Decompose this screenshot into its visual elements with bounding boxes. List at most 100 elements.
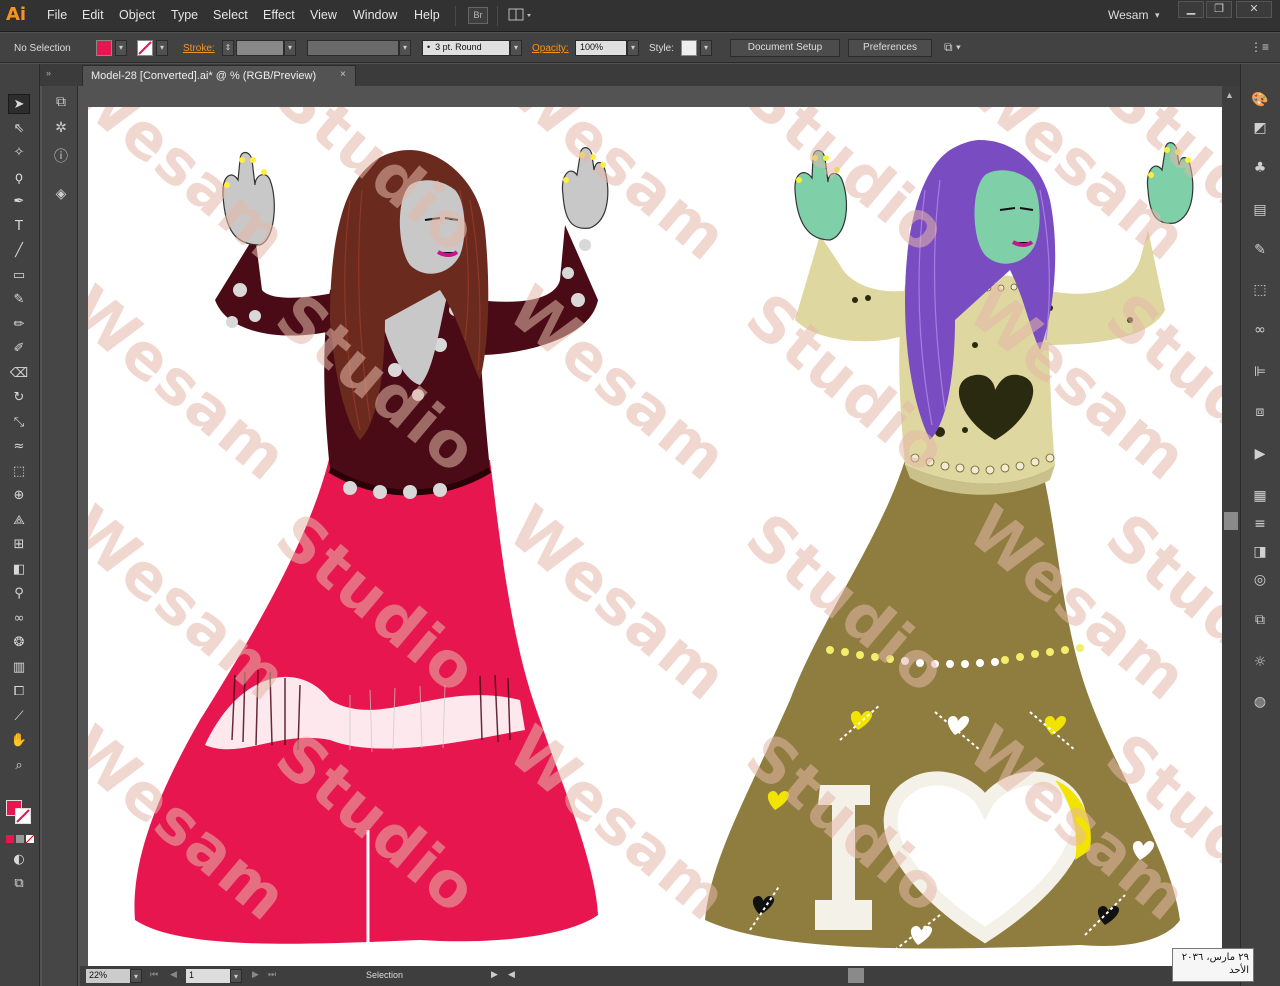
type-tool[interactable]: T [8, 217, 30, 237]
transform-button[interactable]: ⬚ [1250, 282, 1270, 302]
zoom-tool[interactable]: ⌕ [8, 756, 30, 776]
stroke-weight-stepper[interactable]: ⇕ [222, 40, 234, 56]
artboards-button[interactable]: ⧉ [1250, 612, 1270, 632]
pen-tool[interactable]: ✒ [8, 192, 30, 212]
fill-dropdown[interactable]: ▾ [115, 40, 127, 56]
stroke-label[interactable]: Stroke: [183, 43, 215, 54]
menu-window[interactable]: Window [353, 8, 397, 22]
actions-button[interactable]: ▶ [1250, 446, 1270, 466]
blob-brush-tool[interactable]: ✐ [8, 339, 30, 359]
collapse-panels-button[interactable]: » [46, 68, 51, 78]
stroke-weight-field[interactable] [236, 40, 284, 56]
graphic-styles-button[interactable]: ◍ [1250, 694, 1270, 714]
pathfinder-button[interactable]: ⧈ [1250, 404, 1270, 424]
mesh-tool[interactable]: ⊞ [8, 535, 30, 555]
transparency-button[interactable]: ◎ [1250, 572, 1270, 592]
color-panel-button[interactable]: 🎨 [1250, 92, 1270, 112]
arrange-button[interactable]: ⧉ ▾ [944, 40, 974, 56]
zoom-dropdown[interactable]: ▾ [130, 969, 142, 983]
symbols-button[interactable]: ♣ [1250, 160, 1270, 180]
menu-object[interactable]: Object [119, 8, 155, 22]
color-mode-buttons[interactable] [6, 834, 35, 844]
stroke-button[interactable]: ≡ [1250, 516, 1270, 536]
opacity-field[interactable]: 100% [575, 40, 627, 56]
menu-view[interactable]: View [310, 8, 337, 22]
swatches-button[interactable]: ▦ [1250, 488, 1270, 508]
stroke-weight-dropdown[interactable]: ▾ [284, 40, 296, 56]
perspective-tool[interactable]: ⟁ [8, 511, 30, 531]
opacity-label[interactable]: Opacity: [532, 43, 569, 54]
align-button[interactable]: ⊫ [1250, 364, 1270, 384]
arrange-documents-button[interactable] [508, 7, 536, 24]
pencil-tool[interactable]: ✏ [8, 315, 30, 335]
line-tool[interactable]: ╱ [8, 241, 30, 261]
info-panel-button[interactable]: ⓘ [50, 146, 72, 166]
scale-tool[interactable]: ⤡ [8, 413, 30, 433]
stroke-swatch[interactable] [137, 40, 153, 56]
bridge-button[interactable]: Br [468, 7, 488, 24]
artboard-dropdown[interactable]: ▾ [230, 969, 242, 983]
artboard-tool[interactable]: ⧠ [8, 682, 30, 702]
stroke-color-box[interactable] [15, 808, 31, 824]
drawing-mode-button[interactable]: ◐ [8, 850, 30, 870]
menu-file[interactable]: File [47, 8, 67, 22]
preferences-button[interactable]: Preferences [848, 39, 932, 57]
scroll-up-button[interactable]: ▲ [1225, 90, 1234, 100]
symbol-sprayer-tool[interactable]: ❂ [8, 633, 30, 653]
lasso-tool[interactable]: ϙ [8, 168, 30, 188]
symbols-panel-button[interactable]: ✲ [50, 120, 72, 140]
gradient-tool[interactable]: ◧ [8, 560, 30, 580]
tab-close-button[interactable]: × [340, 69, 346, 80]
last-artboard-button[interactable]: ⏭ [268, 969, 276, 980]
direct-selection-tool[interactable]: ⇖ [8, 119, 30, 139]
stroke-dropdown[interactable]: ▾ [156, 40, 168, 56]
close-window-button[interactable]: ✕ [1236, 1, 1272, 18]
workspace-user[interactable]: Wesam [1108, 8, 1148, 22]
transform-panel-button[interactable]: ⧉ [50, 94, 72, 114]
blend-tool[interactable]: ∞ [8, 609, 30, 629]
brushes-button[interactable]: ✎ [1250, 242, 1270, 262]
profile-dropdown[interactable]: ▾ [399, 40, 411, 56]
style-dropdown[interactable]: ▾ [700, 40, 712, 56]
links-button[interactable]: ∞ [1250, 322, 1270, 342]
magic-wand-tool[interactable]: ✧ [8, 143, 30, 163]
menu-help[interactable]: Help [414, 8, 440, 22]
vertical-scroll-thumb[interactable] [1224, 512, 1238, 530]
graph-tool[interactable]: ▥ [8, 658, 30, 678]
menu-select[interactable]: Select [213, 8, 248, 22]
eyedropper-tool[interactable]: ⚲ [8, 584, 30, 604]
user-dropdown-caret[interactable]: ▾ [1155, 10, 1160, 21]
shape-builder-tool[interactable]: ⊕ [8, 486, 30, 506]
graphic-style-swatch[interactable] [681, 40, 697, 56]
brush-dropdown[interactable]: ▾ [510, 40, 522, 56]
free-transform-tool[interactable]: ⬚ [8, 462, 30, 482]
variable-width-profile[interactable] [307, 40, 399, 56]
document-tab[interactable]: Model-28 [Converted].ai* @ % (RGB/Previe… [82, 65, 356, 86]
layers-panel-button[interactable]: ◈ [50, 186, 72, 206]
artboard[interactable]: I WesamStudioWesamStudioWesamStudioWesam… [88, 107, 1223, 967]
swatch-library-button[interactable]: ▤ [1250, 202, 1270, 222]
document-setup-button[interactable]: Document Setup [730, 39, 840, 57]
restore-button[interactable]: ❐ [1206, 1, 1232, 18]
warp-tool[interactable]: ≈ [8, 437, 30, 457]
brush-definition[interactable]: • 3 pt. Round [422, 40, 510, 56]
menu-type[interactable]: Type [171, 8, 198, 22]
gradient-button[interactable]: ◨ [1250, 544, 1270, 564]
scroll-left-button[interactable]: ◀ [508, 969, 515, 980]
opacity-dropdown[interactable]: ▾ [627, 40, 639, 56]
color-guide-button[interactable]: ◩ [1250, 120, 1270, 140]
prev-artboard-button[interactable]: ◀ [170, 969, 177, 980]
eraser-tool[interactable]: ⌫ [8, 364, 30, 384]
menu-edit[interactable]: Edit [82, 8, 104, 22]
control-menu-button[interactable]: ⋮≡ [1250, 40, 1269, 54]
menu-effect[interactable]: Effect [263, 8, 295, 22]
paintbrush-tool[interactable]: ✎ [8, 290, 30, 310]
rotate-tool[interactable]: ↻ [8, 388, 30, 408]
screen-mode-button[interactable]: ⧉ [8, 874, 30, 894]
first-artboard-button[interactable]: ⏮ [150, 969, 158, 980]
slice-tool[interactable]: ⟋ [8, 707, 30, 727]
minimize-button[interactable]: ▁ [1178, 1, 1204, 18]
rectangle-tool[interactable]: ▭ [8, 266, 30, 286]
hand-tool[interactable]: ✋ [8, 731, 30, 751]
status-menu-button[interactable]: ▶ [491, 969, 498, 980]
